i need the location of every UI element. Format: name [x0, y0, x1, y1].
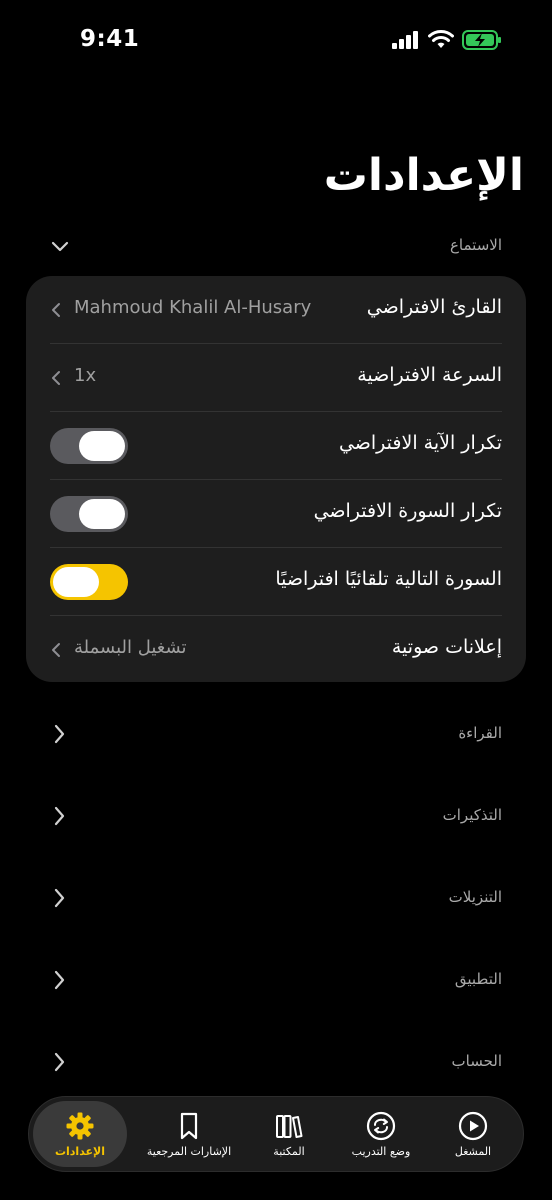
tab-label: المشغل — [454, 1145, 492, 1158]
cellular-signal-icon — [392, 31, 418, 49]
section-label: التطبيق — [454, 970, 502, 988]
bookmark-icon — [180, 1112, 198, 1140]
row-value: تشغيل البسملة — [74, 637, 187, 658]
section-label: التنزيلات — [448, 888, 502, 906]
repeat-surah-row: تكرار السورة الافتراضي — [50, 480, 502, 548]
row-value: Mahmoud Khalil Al-Husary — [74, 297, 312, 318]
tab-label: الإشارات المرجعية — [146, 1145, 232, 1158]
row-label: السورة التالية تلقائيًا افتراضيًا — [275, 568, 502, 590]
tab-bookmarks[interactable]: الإشارات المرجعية — [137, 1101, 241, 1167]
section-reminders[interactable]: التذكيرات — [0, 798, 552, 838]
section-listening[interactable]: الاستماع — [0, 228, 552, 268]
autoplay-next-toggle[interactable] — [50, 564, 128, 600]
status-icons — [392, 30, 502, 50]
section-label: الحساب — [451, 1052, 503, 1070]
chevron-down-icon — [51, 241, 69, 252]
chevron-left-icon — [52, 643, 60, 657]
gear-icon — [66, 1112, 94, 1140]
listening-settings-card: القارئ الافتراضي Mahmoud Khalil Al-Husar… — [26, 276, 526, 682]
default-reciter-row[interactable]: القارئ الافتراضي Mahmoud Khalil Al-Husar… — [50, 276, 502, 344]
section-account[interactable]: الحساب — [0, 1044, 552, 1084]
library-books-icon — [276, 1115, 303, 1138]
row-label: تكرار السورة الافتراضي — [313, 500, 502, 522]
section-label: القراءة — [458, 724, 502, 742]
repeat-ayah-row: تكرار الآية الافتراضي — [50, 412, 502, 480]
section-downloads[interactable]: التنزيلات — [0, 880, 552, 920]
autoplay-next-row: السورة التالية تلقائيًا افتراضيًا — [50, 548, 502, 616]
status-bar: 9:41 — [0, 0, 552, 80]
tab-label: المكتبة — [273, 1145, 305, 1158]
tab-bar: المشغل وضع التدريب المكتبة الإشارات المر… — [28, 1096, 524, 1172]
repeat-circle-icon — [366, 1111, 396, 1141]
chevron-right-icon — [54, 888, 65, 908]
chevron-right-icon — [54, 1052, 65, 1072]
battery-charging-icon — [462, 30, 501, 50]
wifi-icon — [428, 30, 454, 48]
tab-settings[interactable]: الإعدادات — [33, 1101, 127, 1167]
repeat-ayah-toggle[interactable] — [50, 428, 128, 464]
row-label: السرعة الافتراضية — [357, 364, 502, 386]
audio-announcements-row[interactable]: إعلانات صوتية تشغيل البسملة — [50, 616, 502, 684]
toggle-knob — [79, 431, 125, 461]
section-label: التذكيرات — [442, 806, 502, 824]
row-value: 1x — [74, 365, 97, 386]
chevron-right-icon — [54, 806, 65, 826]
default-speed-row[interactable]: السرعة الافتراضية 1x — [50, 344, 502, 412]
row-label: إعلانات صوتية — [391, 636, 502, 658]
play-circle-icon — [458, 1111, 488, 1141]
toggle-knob — [53, 567, 99, 597]
tab-player[interactable]: المشغل — [427, 1101, 519, 1167]
section-label: الاستماع — [449, 236, 502, 254]
page-title: الإعدادات — [323, 150, 524, 201]
status-time: 9:41 — [80, 26, 140, 52]
toggle-knob — [79, 499, 125, 529]
tab-practice[interactable]: وضع التدريب — [335, 1101, 427, 1167]
repeat-surah-toggle[interactable] — [50, 496, 128, 532]
chevron-right-icon — [54, 724, 65, 744]
tab-library[interactable]: المكتبة — [243, 1101, 335, 1167]
tab-label: وضع التدريب — [351, 1145, 411, 1158]
row-label: القارئ الافتراضي — [366, 296, 502, 318]
chevron-left-icon — [52, 303, 60, 317]
section-reading[interactable]: القراءة — [0, 716, 552, 756]
tab-label: الإعدادات — [54, 1145, 106, 1158]
chevron-right-icon — [54, 970, 65, 990]
section-app[interactable]: التطبيق — [0, 962, 552, 1002]
row-label: تكرار الآية الافتراضي — [338, 432, 502, 454]
chevron-left-icon — [52, 371, 60, 385]
